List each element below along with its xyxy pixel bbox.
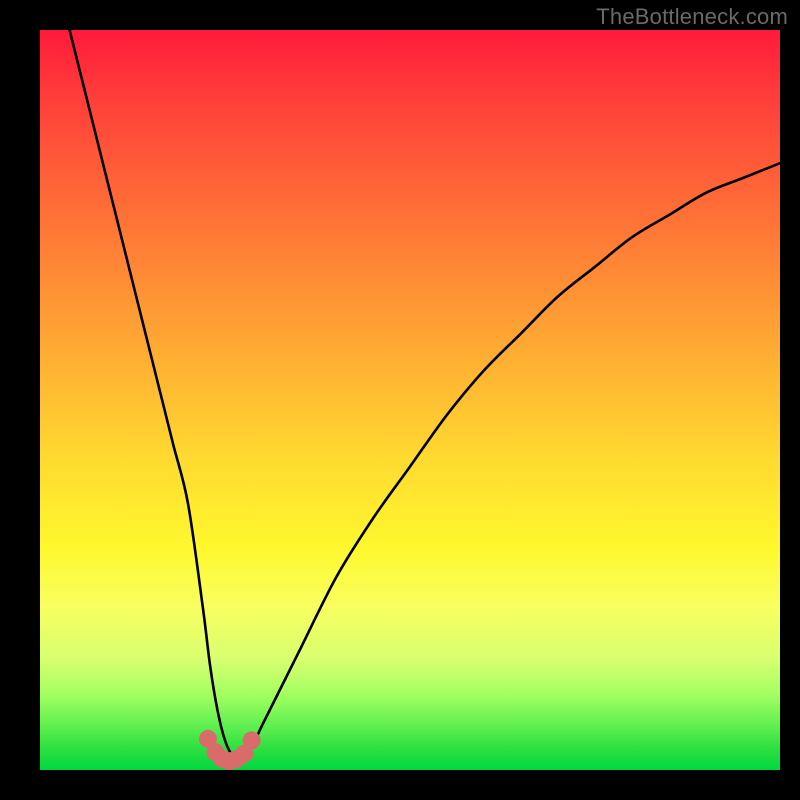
- curve-svg: [40, 30, 780, 770]
- chart-frame: TheBottleneck.com: [0, 0, 800, 800]
- watermark-text: TheBottleneck.com: [596, 4, 788, 30]
- bottleneck-curve: [70, 30, 780, 757]
- marker-dot: [243, 731, 261, 749]
- plot-area: [40, 30, 780, 770]
